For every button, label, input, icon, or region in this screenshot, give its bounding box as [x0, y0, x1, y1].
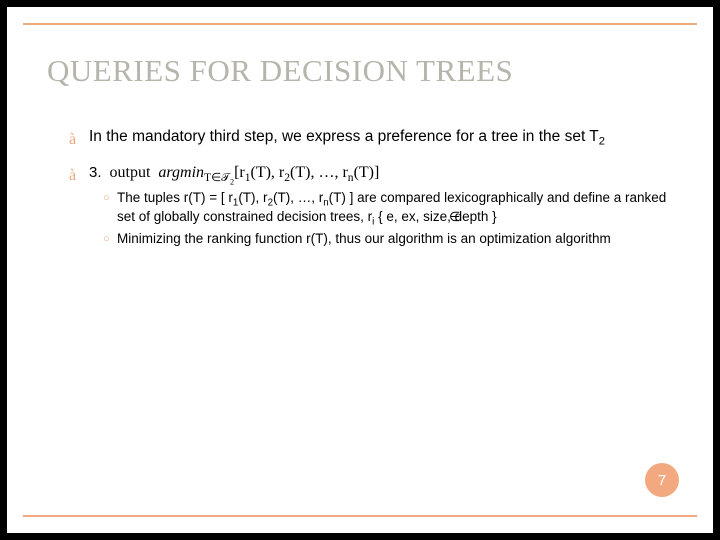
formula-label: output — [110, 164, 151, 181]
slide-title: QUERIES FOR DECISION TREES — [47, 53, 513, 89]
formula-mid: (T), r — [251, 164, 285, 181]
subscript: 2 — [599, 136, 605, 148]
bullet-text: In the mandatory third step, we express … — [89, 128, 599, 145]
slide-content: à In the mandatory third step, we expres… — [69, 127, 681, 248]
formula-open: [r — [234, 164, 245, 181]
top-rule — [23, 23, 697, 25]
formula-text: 3. output argminT∈𝒯2[r1(T), r2(T), …, rn… — [89, 164, 379, 181]
formula-argmin: argmin — [158, 164, 204, 181]
bullet-marker-icon: à — [69, 166, 76, 186]
sub-bullet-text: Minimizing the ranking function r(T), th… — [117, 231, 611, 246]
bullet-level2: ○ Minimizing the ranking function r(T), … — [69, 230, 681, 248]
bottom-rule — [23, 515, 697, 517]
bullet-level1: à In the mandatory third step, we expres… — [69, 127, 681, 149]
formula-step-num: 3. — [89, 164, 102, 181]
formula-mid: (T), …, r — [290, 164, 348, 181]
formula-domain: T∈𝒯 — [204, 172, 230, 184]
sub-bullet-marker-icon: ○ — [103, 232, 110, 247]
bullet-marker-icon: à — [69, 130, 76, 150]
slide: QUERIES FOR DECISION TREES à In the mand… — [7, 7, 713, 533]
formula-close: (T)] — [354, 164, 380, 181]
bullet-level2: ○ The tuples r(T) = [ r1(T), r2(T), …, r… — [69, 189, 681, 225]
sub-bullet-text: The tuples r(T) = [ r1(T), r2(T), …, rn(… — [117, 190, 666, 223]
sub-bullet-marker-icon: ○ — [103, 191, 110, 206]
bullet-formula: à 3. output argminT∈𝒯2[r1(T), r2(T), …, … — [69, 163, 681, 183]
page-number-badge: 7 — [645, 463, 679, 497]
page-number: 7 — [658, 472, 666, 489]
